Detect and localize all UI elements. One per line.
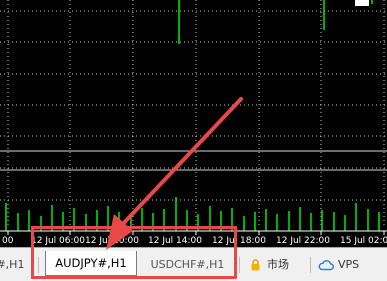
- time-axis-label: 12 Jul 06:00: [31, 236, 85, 246]
- time-axis-label: 12 Jul 14:00: [148, 236, 202, 246]
- price-marker: [355, 0, 369, 6]
- tab-usdchf[interactable]: USDCHF#,H1: [140, 254, 235, 276]
- chart-area[interactable]: 00 12 Jul 06:00 12 Jul 10:00 12 Jul 14:00 12…: [0, 0, 387, 247]
- time-axis-label: 12 Jul 22:00: [276, 236, 330, 246]
- time-axis-label: 12 Jul 10:00: [85, 236, 139, 246]
- lock-icon: [251, 259, 260, 271]
- cloud-icon: [318, 260, 334, 271]
- chart-canvas[interactable]: 00 12 Jul 06:00 12 Jul 10:00 12 Jul 14:00 12…: [0, 0, 387, 247]
- market-button[interactable]: 市场: [248, 254, 308, 276]
- tab-partial[interactable]: D#,H1: [0, 254, 32, 276]
- vps-button[interactable]: VPS: [316, 254, 376, 276]
- tab-separator: [239, 257, 240, 273]
- time-axis-label: 15 Jul 02:00: [340, 236, 387, 246]
- vps-label: VPS: [338, 258, 360, 271]
- time-axis-label: 00: [2, 236, 14, 246]
- chart-tab-bar: D#,H1 AUDJPY#,H1 USDCHF#,H1 市场 VPS: [0, 247, 387, 281]
- tab-audjpy[interactable]: AUDJPY#,H1: [45, 251, 137, 276]
- tab-separator: [38, 257, 39, 273]
- market-label: 市场: [267, 258, 289, 271]
- time-axis-label: 12 Jul 18:00: [212, 236, 266, 246]
- tab-separator: [310, 257, 311, 273]
